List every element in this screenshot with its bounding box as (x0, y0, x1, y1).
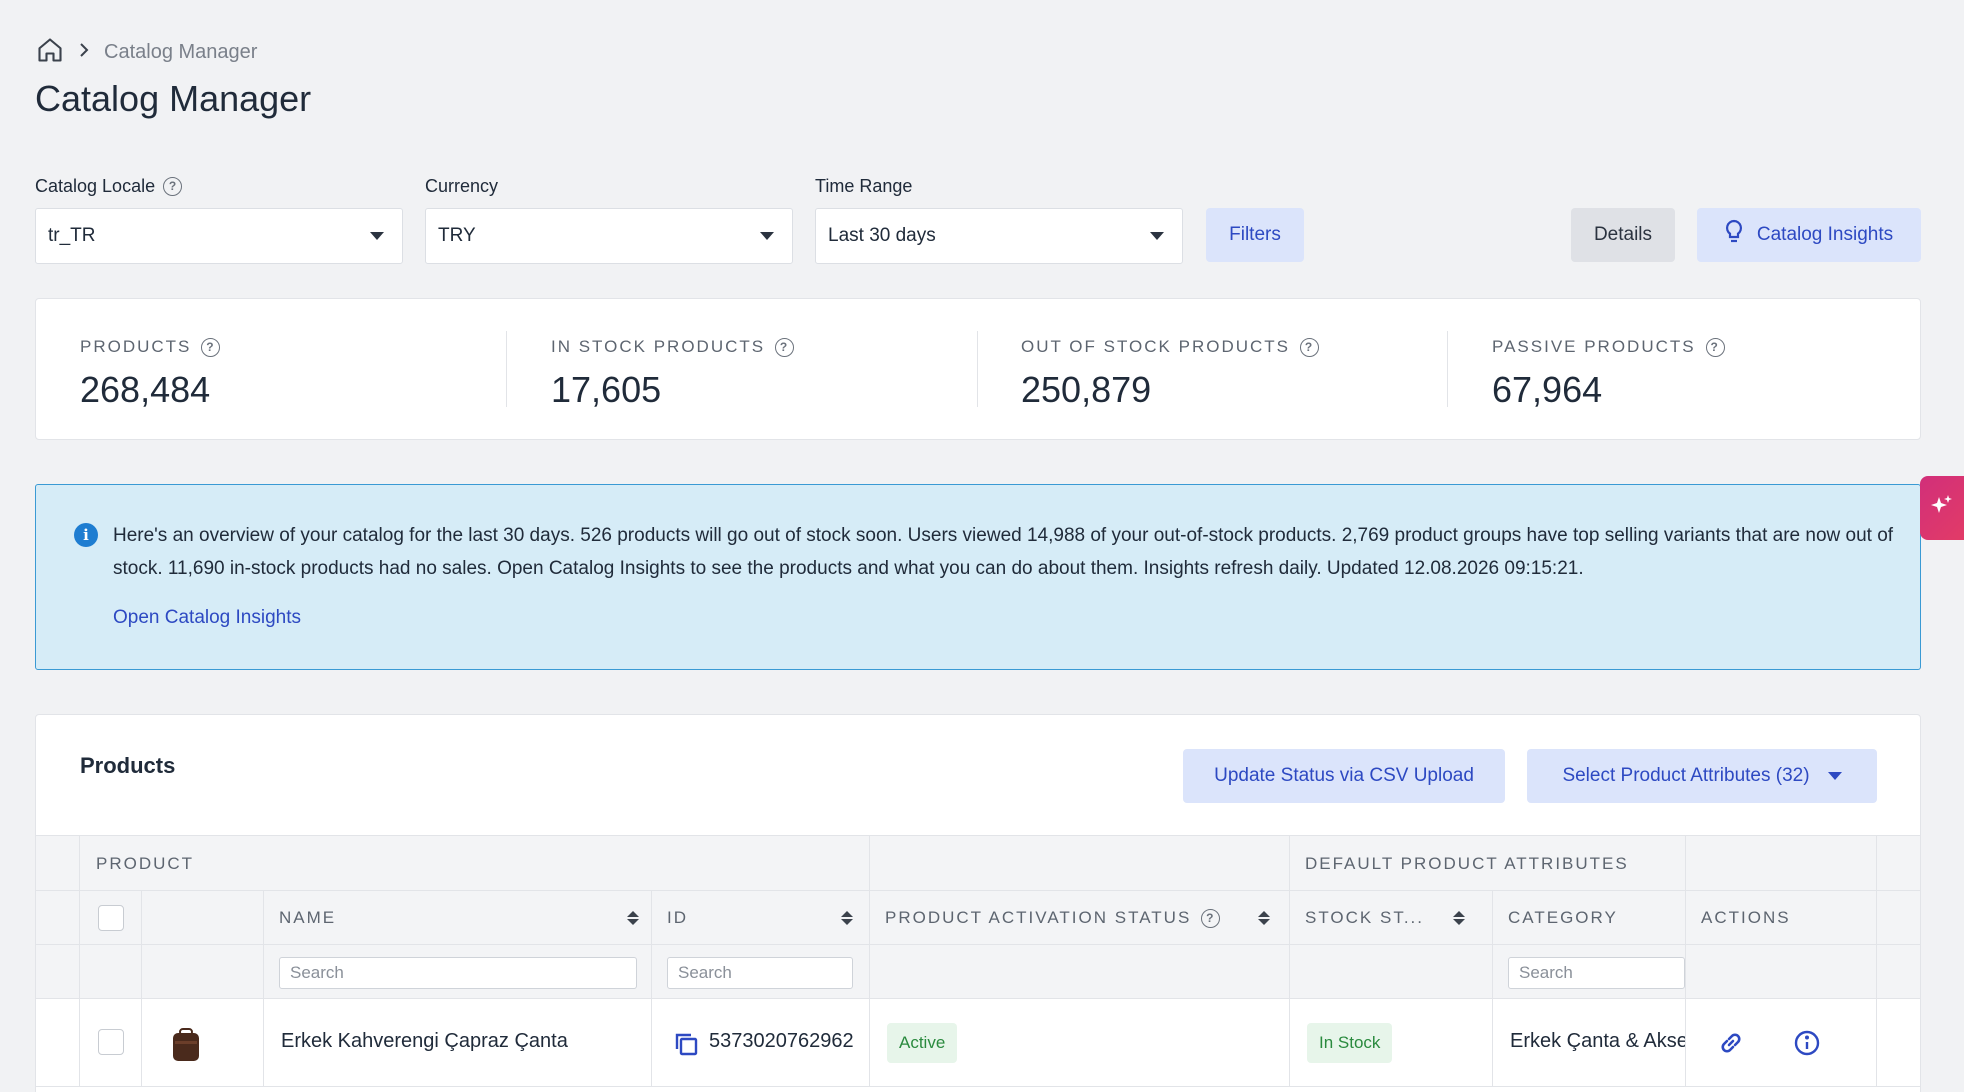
time-range-value: Last 30 days (828, 225, 936, 246)
sort-icon[interactable] (627, 911, 639, 925)
catalog-insights-button[interactable]: Catalog Insights (1697, 208, 1921, 262)
details-button[interactable]: Details (1571, 208, 1675, 262)
column-name[interactable]: NAME (279, 891, 639, 945)
stat-label: PRODUCTS (80, 337, 192, 356)
currency-value: TRY (438, 225, 476, 246)
help-icon[interactable]: ? (163, 176, 183, 196)
stat-label: IN STOCK PRODUCTS (551, 337, 766, 356)
info-circle-icon[interactable] (1792, 1028, 1822, 1063)
column-actions: ACTIONS (1701, 908, 1791, 927)
stat-label: OUT OF STOCK PRODUCTS (1021, 337, 1291, 356)
column-stock-status[interactable]: STOCK ST... (1305, 891, 1465, 945)
home-icon[interactable] (36, 36, 64, 69)
name-search-input[interactable]: Search (279, 957, 637, 989)
catalog-insights-label: Catalog Insights (1756, 224, 1894, 245)
column-activation-label: PRODUCT ACTIVATION STATUS (885, 908, 1192, 927)
column-id-label: ID (667, 908, 688, 927)
table-header-row: NAME ID PRODUCT ACTIVATION STATUS ? STOC… (36, 891, 1920, 945)
currency-label: Currency (425, 175, 499, 196)
open-catalog-insights-link[interactable]: Open Catalog Insights (113, 607, 301, 629)
time-range-label: Time Range (815, 175, 913, 196)
column-id[interactable]: ID (667, 891, 853, 945)
products-card: Products Update Status via CSV Upload Se… (35, 714, 1921, 1092)
catalog-locale-select[interactable]: tr_TR (35, 208, 403, 264)
divider (977, 331, 978, 407)
currency-field: Currency TRY (425, 174, 793, 264)
catalog-locale-field: Catalog Locale? tr_TR (35, 174, 403, 264)
table-row[interactable]: Erkek Kahverengi Çapraz Çanta 5373020762… (36, 999, 1920, 1087)
chevron-right-icon (78, 42, 90, 63)
page-title: Catalog Manager (35, 78, 312, 119)
column-category: CATEGORY (1508, 908, 1618, 927)
caret-down-icon (1827, 772, 1842, 780)
stat-value: 67,964 (1492, 369, 1603, 410)
stat-value: 250,879 (1021, 369, 1152, 410)
lightbulb-icon (1725, 219, 1743, 251)
select-all-checkbox[interactable] (98, 905, 124, 931)
stock-status-badge: In Stock (1307, 1023, 1393, 1063)
group-default-attributes-label: DEFAULT PRODUCT ATTRIBUTES (1305, 854, 1629, 873)
stats-card: PRODUCTS? 268,484 IN STOCK PRODUCTS? 17,… (35, 298, 1921, 440)
column-name-label: NAME (279, 908, 337, 927)
select-attributes-label: Select Product Attributes (32) (1562, 765, 1810, 786)
caret-down-icon (1150, 232, 1164, 240)
table-group-header: PRODUCT DEFAULT PRODUCT ATTRIBUTES (36, 835, 1920, 891)
info-icon: i (74, 523, 98, 547)
ai-assistant-button[interactable] (1920, 476, 1964, 540)
csv-upload-button[interactable]: Update Status via CSV Upload (1183, 749, 1505, 803)
stat-value: 17,605 (551, 369, 662, 410)
stat-out-of-stock: OUT OF STOCK PRODUCTS? 250,879 (1021, 335, 1320, 411)
group-product-label: PRODUCT (96, 854, 195, 873)
divider (1447, 331, 1448, 407)
filters-button[interactable]: Filters (1206, 208, 1304, 262)
stat-passive: PASSIVE PRODUCTS? 67,964 (1492, 335, 1725, 411)
sort-icon[interactable] (841, 911, 853, 925)
sparkle-icon (1929, 493, 1955, 524)
stat-value: 268,484 (80, 369, 211, 410)
catalog-locale-value: tr_TR (48, 225, 96, 246)
time-range-select[interactable]: Last 30 days (815, 208, 1183, 264)
time-range-field: Time Range Last 30 days (815, 174, 1183, 264)
products-title: Products (80, 753, 176, 778)
info-text: Here's an overview of your catalog for t… (113, 525, 1894, 579)
product-name: Erkek Kahverengi Çapraz Çanta (281, 1030, 568, 1052)
product-thumbnail[interactable] (169, 1027, 203, 1068)
table-search-row: Search Search Search (36, 945, 1920, 999)
help-icon[interactable]: ? (1705, 337, 1725, 357)
column-stock-label: STOCK ST... (1305, 908, 1424, 927)
stat-in-stock: IN STOCK PRODUCTS? 17,605 (551, 335, 795, 411)
copy-icon[interactable] (673, 1031, 699, 1062)
row-checkbox[interactable] (98, 1029, 124, 1055)
breadcrumb: Catalog Manager (36, 36, 257, 69)
activation-status-badge: Active (887, 1023, 958, 1063)
info-banner: i Here's an overview of your catalog for… (35, 484, 1921, 670)
help-icon[interactable]: ? (1201, 908, 1221, 928)
help-icon[interactable]: ? (201, 337, 221, 357)
product-id: 5373020762962 (709, 1030, 853, 1052)
column-activation-status[interactable]: PRODUCT ACTIVATION STATUS ? (885, 891, 1270, 945)
help-icon[interactable]: ? (775, 337, 795, 357)
category-search-input[interactable]: Search (1508, 957, 1685, 989)
catalog-locale-label: Catalog Locale (35, 175, 156, 196)
stat-products: PRODUCTS? 268,484 (80, 335, 221, 411)
sort-icon[interactable] (1258, 911, 1270, 925)
caret-down-icon (370, 232, 384, 240)
sort-icon[interactable] (1453, 911, 1465, 925)
product-category: Erkek Çanta & Aksesuar (1510, 1030, 1685, 1052)
link-icon[interactable] (1716, 1028, 1746, 1063)
select-attributes-button[interactable]: Select Product Attributes (32) (1527, 749, 1877, 803)
id-search-input[interactable]: Search (667, 957, 853, 989)
stat-label: PASSIVE PRODUCTS (1492, 337, 1696, 356)
divider (506, 331, 507, 407)
breadcrumb-current: Catalog Manager (104, 41, 258, 63)
currency-select[interactable]: TRY (425, 208, 793, 264)
help-icon[interactable]: ? (1300, 337, 1320, 357)
caret-down-icon (760, 232, 774, 240)
